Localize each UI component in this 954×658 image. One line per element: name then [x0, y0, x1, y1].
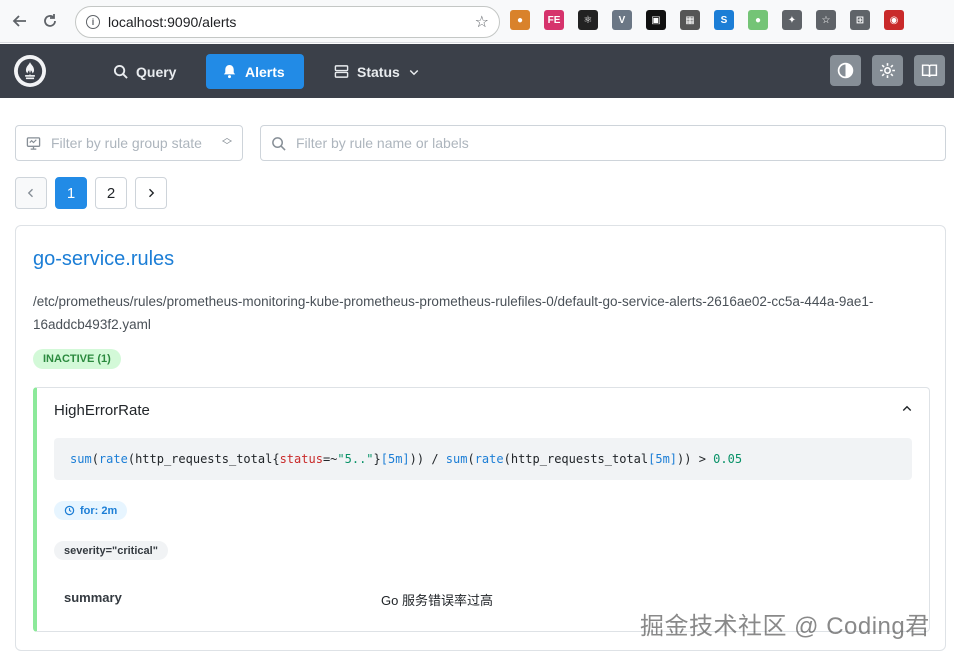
vue-devtools-icon[interactable]: V: [612, 10, 632, 30]
nav-alerts[interactable]: Alerts: [206, 54, 304, 89]
rule-group-card: go-service.rules /etc/prometheus/rules/p…: [15, 225, 946, 651]
green-circle-icon[interactable]: ●: [748, 10, 768, 30]
rule-group-title: go-service.rules: [33, 248, 175, 270]
s-extension-icon[interactable]: S: [714, 10, 734, 30]
promql-paren: (: [467, 452, 475, 466]
app-navbar: Query Alerts Status: [0, 44, 954, 98]
next-page-button[interactable]: [135, 177, 167, 209]
annotation-value: Go 服务错误率过高: [381, 593, 493, 608]
cookie-icon[interactable]: ●: [510, 10, 530, 30]
rule-group-state-filter[interactable]: Filter by rule group state ︿ ﹀: [15, 125, 243, 161]
prometheus-logo-icon[interactable]: [14, 55, 46, 87]
collections-icon[interactable]: ⊞: [850, 10, 870, 30]
address-bar[interactable]: i localhost:9090/alerts ☆: [75, 6, 500, 38]
promql-paren: )) /: [409, 452, 446, 466]
promql-range: [5m]: [648, 452, 678, 466]
promql-function: rate: [474, 452, 504, 466]
server-icon: [334, 65, 349, 78]
promql-operator: =~: [322, 452, 338, 466]
extensions-bar: ● FE ⚛ V ▣ ▦ S ● ✦ ☆ ⊞ ◉: [510, 10, 904, 30]
profile-icon[interactable]: ◉: [884, 10, 904, 30]
for-duration-badge: for: 2m: [54, 501, 128, 520]
rule-file-path: /etc/prometheus/rules/prometheus-monitor…: [33, 294, 874, 332]
back-icon[interactable]: [8, 9, 32, 33]
annotation-key: summary: [64, 590, 122, 605]
promql-brace: }: [373, 452, 381, 466]
nav-alerts-label: Alerts: [245, 63, 285, 80]
search-icon: [113, 64, 128, 79]
page-2-button[interactable]: 2: [95, 177, 127, 209]
search-icon: [272, 136, 286, 151]
nav-query[interactable]: Query: [97, 54, 192, 89]
promql-function: sum: [70, 452, 92, 466]
rule-name-filter-input[interactable]: Filter by rule name or labels: [260, 125, 946, 161]
monitor-icon: [26, 136, 41, 150]
chevron-down-icon: [409, 69, 419, 75]
chevron-up-icon[interactable]: [901, 402, 913, 420]
promql-metric: http_requests_total: [510, 452, 649, 466]
watermark-text: 掘金技术社区 @ Coding君: [640, 613, 930, 640]
status-badge: INACTIVE (1): [33, 349, 121, 369]
for-duration-label: for: 2m: [80, 504, 118, 517]
promql-function: sum: [445, 452, 468, 466]
qr-code-icon[interactable]: ▦: [680, 10, 700, 30]
select-chevron-icon: ︿ ﹀: [222, 133, 232, 152]
promql-number: 0.05: [713, 452, 743, 466]
favorites-icon[interactable]: ☆: [816, 10, 836, 30]
site-info-icon[interactable]: i: [86, 15, 100, 29]
theme-toggle-button[interactable]: [830, 55, 861, 86]
chevron-left-icon: [27, 188, 33, 198]
settings-button[interactable]: [872, 55, 903, 86]
puzzle-icon[interactable]: ✦: [782, 10, 802, 30]
promql-paren: )) >: [677, 452, 714, 466]
page-1-button[interactable]: 1: [55, 177, 87, 209]
promql-metric: http_requests_total: [135, 452, 273, 466]
book-icon: [921, 64, 938, 78]
nav-status-label: Status: [357, 63, 400, 80]
pagination: 1 2: [15, 177, 167, 209]
rule-name-filter-placeholder: Filter by rule name or labels: [296, 135, 469, 151]
promql-label-name: status: [279, 452, 323, 466]
promql-expression: sum(rate(http_requests_total{status =~ "5.…: [54, 438, 912, 480]
label-badge: severity="critical": [54, 541, 168, 560]
react-devtools-icon[interactable]: ⚛: [578, 10, 598, 30]
nav-query-label: Query: [136, 63, 177, 80]
promql-brace: {: [272, 452, 280, 466]
promql-string: "5..": [337, 452, 374, 466]
promql-range: [5m]: [380, 452, 410, 466]
square-extension-icon[interactable]: ▣: [646, 10, 666, 30]
url-text: localhost:9090/alerts: [108, 14, 237, 30]
promql-paren: (: [91, 452, 99, 466]
previous-page-button[interactable]: [15, 177, 47, 209]
contrast-icon: [837, 62, 854, 79]
alert-rule-panel[interactable]: HighErrorRate sum(rate(http_requests_tot…: [33, 387, 930, 632]
reload-icon[interactable]: [38, 9, 62, 33]
rule-group-state-placeholder: Filter by rule group state: [51, 135, 202, 151]
promql-paren: (: [127, 452, 136, 466]
alert-rule-name: HighErrorRate: [54, 402, 150, 419]
clock-icon: [64, 505, 75, 516]
fe-extension-icon[interactable]: FE: [544, 10, 564, 30]
nav-status[interactable]: Status: [318, 54, 436, 89]
promql-paren: (: [503, 452, 511, 466]
browser-toolbar: i localhost:9090/alerts ☆ ● FE ⚛ V ▣ ▦ S ● ✦ ☆ ⊞ ◉: [0, 0, 954, 43]
documentation-button[interactable]: [914, 55, 945, 86]
chevron-right-icon: [149, 188, 155, 198]
gear-icon: [880, 63, 895, 78]
bookmark-star-icon[interactable]: ☆: [475, 12, 489, 32]
promql-function: rate: [98, 452, 128, 466]
bell-icon: [223, 64, 236, 79]
